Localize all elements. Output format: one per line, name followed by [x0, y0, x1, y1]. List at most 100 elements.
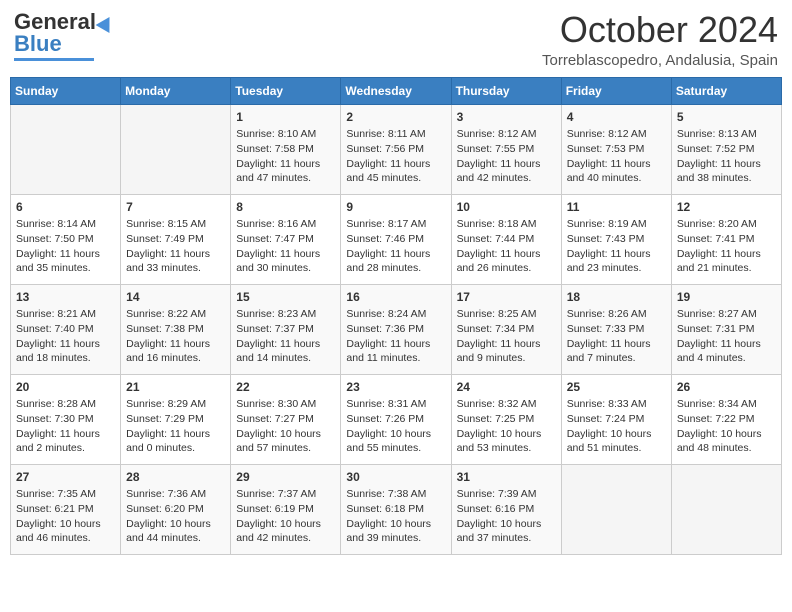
day-number: 19: [677, 289, 776, 306]
day-number: 7: [126, 199, 225, 216]
calendar-week-row: 27Sunrise: 7:35 AM Sunset: 6:21 PM Dayli…: [11, 464, 782, 554]
day-content: Sunrise: 8:17 AM Sunset: 7:46 PM Dayligh…: [346, 217, 445, 276]
calendar-cell: 23Sunrise: 8:31 AM Sunset: 7:26 PM Dayli…: [341, 374, 451, 464]
day-content: Sunrise: 8:28 AM Sunset: 7:30 PM Dayligh…: [16, 397, 115, 456]
calendar-cell: 9Sunrise: 8:17 AM Sunset: 7:46 PM Daylig…: [341, 194, 451, 284]
day-content: Sunrise: 8:31 AM Sunset: 7:26 PM Dayligh…: [346, 397, 445, 456]
day-number: 18: [567, 289, 666, 306]
day-number: 24: [457, 379, 556, 396]
day-number: 8: [236, 199, 335, 216]
day-number: 21: [126, 379, 225, 396]
calendar-cell: 8Sunrise: 8:16 AM Sunset: 7:47 PM Daylig…: [231, 194, 341, 284]
day-number: 20: [16, 379, 115, 396]
day-of-week-header: Sunday: [11, 77, 121, 104]
calendar-cell: 30Sunrise: 7:38 AM Sunset: 6:18 PM Dayli…: [341, 464, 451, 554]
day-content: Sunrise: 8:30 AM Sunset: 7:27 PM Dayligh…: [236, 397, 335, 456]
calendar-cell: 29Sunrise: 7:37 AM Sunset: 6:19 PM Dayli…: [231, 464, 341, 554]
calendar-cell: 28Sunrise: 7:36 AM Sunset: 6:20 PM Dayli…: [121, 464, 231, 554]
day-content: Sunrise: 7:37 AM Sunset: 6:19 PM Dayligh…: [236, 487, 335, 546]
day-content: Sunrise: 8:10 AM Sunset: 7:58 PM Dayligh…: [236, 127, 335, 186]
day-content: Sunrise: 8:25 AM Sunset: 7:34 PM Dayligh…: [457, 307, 556, 366]
calendar-table: SundayMondayTuesdayWednesdayThursdayFrid…: [10, 77, 782, 555]
day-content: Sunrise: 7:36 AM Sunset: 6:20 PM Dayligh…: [126, 487, 225, 546]
page-header: General Blue October 2024 Torreblascoped…: [10, 10, 782, 69]
day-number: 3: [457, 109, 556, 126]
calendar-header-row: SundayMondayTuesdayWednesdayThursdayFrid…: [11, 77, 782, 104]
calendar-week-row: 20Sunrise: 8:28 AM Sunset: 7:30 PM Dayli…: [11, 374, 782, 464]
calendar-cell: 6Sunrise: 8:14 AM Sunset: 7:50 PM Daylig…: [11, 194, 121, 284]
calendar-cell: 5Sunrise: 8:13 AM Sunset: 7:52 PM Daylig…: [671, 104, 781, 194]
calendar-cell: 17Sunrise: 8:25 AM Sunset: 7:34 PM Dayli…: [451, 284, 561, 374]
day-content: Sunrise: 8:33 AM Sunset: 7:24 PM Dayligh…: [567, 397, 666, 456]
day-number: 17: [457, 289, 556, 306]
day-number: 30: [346, 469, 445, 486]
day-content: Sunrise: 8:20 AM Sunset: 7:41 PM Dayligh…: [677, 217, 776, 276]
calendar-cell: 12Sunrise: 8:20 AM Sunset: 7:41 PM Dayli…: [671, 194, 781, 284]
day-number: 5: [677, 109, 776, 126]
day-content: Sunrise: 8:19 AM Sunset: 7:43 PM Dayligh…: [567, 217, 666, 276]
day-content: Sunrise: 8:11 AM Sunset: 7:56 PM Dayligh…: [346, 127, 445, 186]
day-content: Sunrise: 8:34 AM Sunset: 7:22 PM Dayligh…: [677, 397, 776, 456]
day-of-week-header: Saturday: [671, 77, 781, 104]
calendar-cell: 1Sunrise: 8:10 AM Sunset: 7:58 PM Daylig…: [231, 104, 341, 194]
day-content: Sunrise: 8:14 AM Sunset: 7:50 PM Dayligh…: [16, 217, 115, 276]
day-content: Sunrise: 8:12 AM Sunset: 7:55 PM Dayligh…: [457, 127, 556, 186]
day-content: Sunrise: 8:24 AM Sunset: 7:36 PM Dayligh…: [346, 307, 445, 366]
day-of-week-header: Monday: [121, 77, 231, 104]
day-number: 13: [16, 289, 115, 306]
day-content: Sunrise: 7:35 AM Sunset: 6:21 PM Dayligh…: [16, 487, 115, 546]
calendar-cell: 27Sunrise: 7:35 AM Sunset: 6:21 PM Dayli…: [11, 464, 121, 554]
calendar-cell: 4Sunrise: 8:12 AM Sunset: 7:53 PM Daylig…: [561, 104, 671, 194]
calendar-cell: 21Sunrise: 8:29 AM Sunset: 7:29 PM Dayli…: [121, 374, 231, 464]
day-number: 25: [567, 379, 666, 396]
calendar-week-row: 13Sunrise: 8:21 AM Sunset: 7:40 PM Dayli…: [11, 284, 782, 374]
day-of-week-header: Wednesday: [341, 77, 451, 104]
day-number: 27: [16, 469, 115, 486]
day-of-week-header: Tuesday: [231, 77, 341, 104]
day-number: 29: [236, 469, 335, 486]
calendar-cell: [11, 104, 121, 194]
calendar-cell: 14Sunrise: 8:22 AM Sunset: 7:38 PM Dayli…: [121, 284, 231, 374]
day-number: 28: [126, 469, 225, 486]
calendar-cell: 26Sunrise: 8:34 AM Sunset: 7:22 PM Dayli…: [671, 374, 781, 464]
day-number: 14: [126, 289, 225, 306]
day-content: Sunrise: 8:23 AM Sunset: 7:37 PM Dayligh…: [236, 307, 335, 366]
calendar-cell: 10Sunrise: 8:18 AM Sunset: 7:44 PM Dayli…: [451, 194, 561, 284]
day-content: Sunrise: 8:22 AM Sunset: 7:38 PM Dayligh…: [126, 307, 225, 366]
calendar-cell: 24Sunrise: 8:32 AM Sunset: 7:25 PM Dayli…: [451, 374, 561, 464]
day-content: Sunrise: 8:21 AM Sunset: 7:40 PM Dayligh…: [16, 307, 115, 366]
logo-text-blue: Blue: [14, 32, 62, 56]
month-title: October 2024: [542, 10, 778, 50]
calendar-cell: 20Sunrise: 8:28 AM Sunset: 7:30 PM Dayli…: [11, 374, 121, 464]
day-of-week-header: Thursday: [451, 77, 561, 104]
day-number: 31: [457, 469, 556, 486]
day-number: 12: [677, 199, 776, 216]
day-number: 1: [236, 109, 335, 126]
day-number: 4: [567, 109, 666, 126]
location-title: Torreblascopedro, Andalusia, Spain: [542, 52, 778, 69]
title-block: October 2024 Torreblascopedro, Andalusia…: [542, 10, 778, 69]
calendar-cell: 3Sunrise: 8:12 AM Sunset: 7:55 PM Daylig…: [451, 104, 561, 194]
day-number: 26: [677, 379, 776, 396]
calendar-cell: 19Sunrise: 8:27 AM Sunset: 7:31 PM Dayli…: [671, 284, 781, 374]
calendar-cell: 2Sunrise: 8:11 AM Sunset: 7:56 PM Daylig…: [341, 104, 451, 194]
calendar-cell: [121, 104, 231, 194]
day-content: Sunrise: 7:38 AM Sunset: 6:18 PM Dayligh…: [346, 487, 445, 546]
calendar-cell: [671, 464, 781, 554]
calendar-cell: 22Sunrise: 8:30 AM Sunset: 7:27 PM Dayli…: [231, 374, 341, 464]
calendar-cell: 25Sunrise: 8:33 AM Sunset: 7:24 PM Dayli…: [561, 374, 671, 464]
calendar-cell: 18Sunrise: 8:26 AM Sunset: 7:33 PM Dayli…: [561, 284, 671, 374]
day-content: Sunrise: 8:12 AM Sunset: 7:53 PM Dayligh…: [567, 127, 666, 186]
day-content: Sunrise: 8:27 AM Sunset: 7:31 PM Dayligh…: [677, 307, 776, 366]
calendar-cell: 16Sunrise: 8:24 AM Sunset: 7:36 PM Dayli…: [341, 284, 451, 374]
day-number: 16: [346, 289, 445, 306]
day-content: Sunrise: 8:32 AM Sunset: 7:25 PM Dayligh…: [457, 397, 556, 456]
day-content: Sunrise: 8:13 AM Sunset: 7:52 PM Dayligh…: [677, 127, 776, 186]
calendar-week-row: 6Sunrise: 8:14 AM Sunset: 7:50 PM Daylig…: [11, 194, 782, 284]
day-number: 10: [457, 199, 556, 216]
logo: General Blue: [14, 10, 114, 61]
calendar-cell: 13Sunrise: 8:21 AM Sunset: 7:40 PM Dayli…: [11, 284, 121, 374]
day-content: Sunrise: 8:26 AM Sunset: 7:33 PM Dayligh…: [567, 307, 666, 366]
day-number: 23: [346, 379, 445, 396]
day-number: 9: [346, 199, 445, 216]
